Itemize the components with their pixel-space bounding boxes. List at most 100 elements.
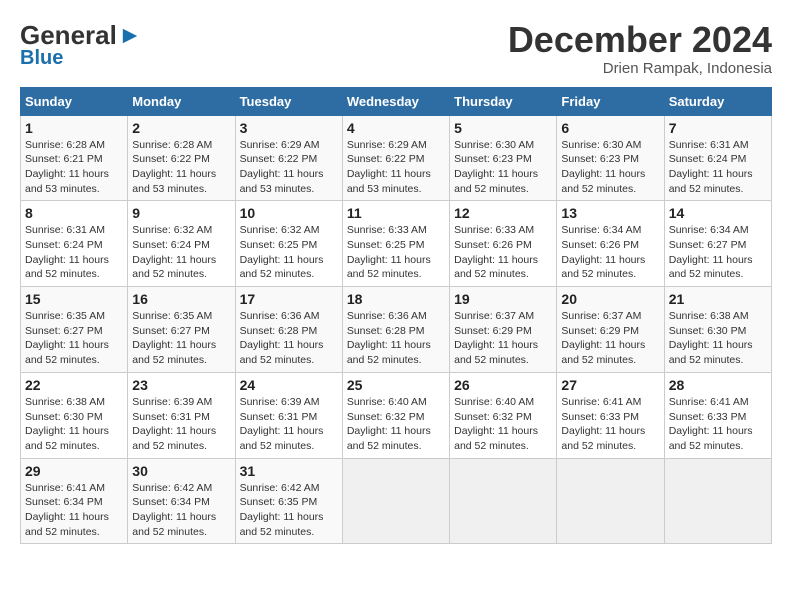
day-info: Sunrise: 6:36 AM Sunset: 6:28 PM Dayligh… — [240, 309, 338, 368]
calendar-cell: 26 Sunrise: 6:40 AM Sunset: 6:32 PM Dayl… — [450, 372, 557, 458]
day-info: Sunrise: 6:31 AM Sunset: 6:24 PM Dayligh… — [669, 138, 767, 197]
week-row-1: 1 Sunrise: 6:28 AM Sunset: 6:21 PM Dayli… — [21, 115, 772, 201]
calendar-cell — [450, 458, 557, 544]
calendar-cell: 24 Sunrise: 6:39 AM Sunset: 6:31 PM Dayl… — [235, 372, 342, 458]
day-number: 26 — [454, 377, 552, 393]
calendar-cell: 11 Sunrise: 6:33 AM Sunset: 6:25 PM Dayl… — [342, 201, 449, 287]
day-number: 21 — [669, 291, 767, 307]
header-cell-saturday: Saturday — [664, 87, 771, 115]
calendar-cell: 19 Sunrise: 6:37 AM Sunset: 6:29 PM Dayl… — [450, 287, 557, 373]
day-number: 20 — [561, 291, 659, 307]
header-cell-thursday: Thursday — [450, 87, 557, 115]
calendar-cell: 25 Sunrise: 6:40 AM Sunset: 6:32 PM Dayl… — [342, 372, 449, 458]
day-number: 18 — [347, 291, 445, 307]
calendar-cell: 20 Sunrise: 6:37 AM Sunset: 6:29 PM Dayl… — [557, 287, 664, 373]
day-info: Sunrise: 6:42 AM Sunset: 6:34 PM Dayligh… — [132, 481, 230, 540]
day-info: Sunrise: 6:37 AM Sunset: 6:29 PM Dayligh… — [561, 309, 659, 368]
day-info: Sunrise: 6:34 AM Sunset: 6:26 PM Dayligh… — [561, 223, 659, 282]
calendar-cell: 9 Sunrise: 6:32 AM Sunset: 6:24 PM Dayli… — [128, 201, 235, 287]
day-number: 28 — [669, 377, 767, 393]
day-number: 4 — [347, 120, 445, 136]
logo-flag-icon — [121, 27, 139, 45]
calendar-cell: 15 Sunrise: 6:35 AM Sunset: 6:27 PM Dayl… — [21, 287, 128, 373]
day-info: Sunrise: 6:38 AM Sunset: 6:30 PM Dayligh… — [25, 395, 123, 454]
day-info: Sunrise: 6:28 AM Sunset: 6:22 PM Dayligh… — [132, 138, 230, 197]
calendar-cell: 12 Sunrise: 6:33 AM Sunset: 6:26 PM Dayl… — [450, 201, 557, 287]
day-info: Sunrise: 6:32 AM Sunset: 6:24 PM Dayligh… — [132, 223, 230, 282]
day-number: 1 — [25, 120, 123, 136]
day-number: 3 — [240, 120, 338, 136]
calendar-cell: 8 Sunrise: 6:31 AM Sunset: 6:24 PM Dayli… — [21, 201, 128, 287]
day-number: 6 — [561, 120, 659, 136]
logo-blue: Blue — [20, 47, 63, 70]
calendar-cell: 5 Sunrise: 6:30 AM Sunset: 6:23 PM Dayli… — [450, 115, 557, 201]
calendar-cell: 14 Sunrise: 6:34 AM Sunset: 6:27 PM Dayl… — [664, 201, 771, 287]
day-info: Sunrise: 6:31 AM Sunset: 6:24 PM Dayligh… — [25, 223, 123, 282]
day-info: Sunrise: 6:39 AM Sunset: 6:31 PM Dayligh… — [132, 395, 230, 454]
day-number: 14 — [669, 205, 767, 221]
day-info: Sunrise: 6:34 AM Sunset: 6:27 PM Dayligh… — [669, 223, 767, 282]
calendar-cell — [342, 458, 449, 544]
logo: General Blue — [20, 20, 139, 70]
header-cell-wednesday: Wednesday — [342, 87, 449, 115]
calendar-cell: 31 Sunrise: 6:42 AM Sunset: 6:35 PM Dayl… — [235, 458, 342, 544]
calendar-cell: 7 Sunrise: 6:31 AM Sunset: 6:24 PM Dayli… — [664, 115, 771, 201]
day-info: Sunrise: 6:30 AM Sunset: 6:23 PM Dayligh… — [454, 138, 552, 197]
day-number: 10 — [240, 205, 338, 221]
day-number: 13 — [561, 205, 659, 221]
day-number: 19 — [454, 291, 552, 307]
day-info: Sunrise: 6:28 AM Sunset: 6:21 PM Dayligh… — [25, 138, 123, 197]
calendar-cell: 23 Sunrise: 6:39 AM Sunset: 6:31 PM Dayl… — [128, 372, 235, 458]
day-number: 31 — [240, 463, 338, 479]
day-number: 27 — [561, 377, 659, 393]
day-info: Sunrise: 6:35 AM Sunset: 6:27 PM Dayligh… — [132, 309, 230, 368]
day-info: Sunrise: 6:33 AM Sunset: 6:25 PM Dayligh… — [347, 223, 445, 282]
day-number: 29 — [25, 463, 123, 479]
day-number: 12 — [454, 205, 552, 221]
calendar-cell — [557, 458, 664, 544]
day-number: 8 — [25, 205, 123, 221]
header-cell-friday: Friday — [557, 87, 664, 115]
day-info: Sunrise: 6:38 AM Sunset: 6:30 PM Dayligh… — [669, 309, 767, 368]
month-title: December 2024 — [508, 20, 772, 60]
day-number: 30 — [132, 463, 230, 479]
header-cell-sunday: Sunday — [21, 87, 128, 115]
header-cell-monday: Monday — [128, 87, 235, 115]
calendar-cell: 10 Sunrise: 6:32 AM Sunset: 6:25 PM Dayl… — [235, 201, 342, 287]
header-cell-tuesday: Tuesday — [235, 87, 342, 115]
calendar-header-row: SundayMondayTuesdayWednesdayThursdayFrid… — [21, 87, 772, 115]
day-info: Sunrise: 6:40 AM Sunset: 6:32 PM Dayligh… — [454, 395, 552, 454]
day-info: Sunrise: 6:41 AM Sunset: 6:34 PM Dayligh… — [25, 481, 123, 540]
calendar-cell — [664, 458, 771, 544]
week-row-5: 29 Sunrise: 6:41 AM Sunset: 6:34 PM Dayl… — [21, 458, 772, 544]
calendar-cell: 27 Sunrise: 6:41 AM Sunset: 6:33 PM Dayl… — [557, 372, 664, 458]
calendar-cell: 2 Sunrise: 6:28 AM Sunset: 6:22 PM Dayli… — [128, 115, 235, 201]
calendar-cell: 30 Sunrise: 6:42 AM Sunset: 6:34 PM Dayl… — [128, 458, 235, 544]
calendar-cell: 17 Sunrise: 6:36 AM Sunset: 6:28 PM Dayl… — [235, 287, 342, 373]
day-info: Sunrise: 6:29 AM Sunset: 6:22 PM Dayligh… — [240, 138, 338, 197]
calendar-cell: 6 Sunrise: 6:30 AM Sunset: 6:23 PM Dayli… — [557, 115, 664, 201]
day-number: 16 — [132, 291, 230, 307]
day-number: 23 — [132, 377, 230, 393]
day-info: Sunrise: 6:41 AM Sunset: 6:33 PM Dayligh… — [669, 395, 767, 454]
page-header: General Blue December 2024 Drien Rampak,… — [20, 20, 772, 77]
calendar-table: SundayMondayTuesdayWednesdayThursdayFrid… — [20, 87, 772, 545]
day-number: 9 — [132, 205, 230, 221]
day-info: Sunrise: 6:29 AM Sunset: 6:22 PM Dayligh… — [347, 138, 445, 197]
day-info: Sunrise: 6:39 AM Sunset: 6:31 PM Dayligh… — [240, 395, 338, 454]
day-number: 7 — [669, 120, 767, 136]
day-info: Sunrise: 6:32 AM Sunset: 6:25 PM Dayligh… — [240, 223, 338, 282]
title-block: December 2024 Drien Rampak, Indonesia — [508, 20, 772, 77]
calendar-cell: 18 Sunrise: 6:36 AM Sunset: 6:28 PM Dayl… — [342, 287, 449, 373]
calendar-cell: 16 Sunrise: 6:35 AM Sunset: 6:27 PM Dayl… — [128, 287, 235, 373]
calendar-cell: 21 Sunrise: 6:38 AM Sunset: 6:30 PM Dayl… — [664, 287, 771, 373]
week-row-4: 22 Sunrise: 6:38 AM Sunset: 6:30 PM Dayl… — [21, 372, 772, 458]
week-row-2: 8 Sunrise: 6:31 AM Sunset: 6:24 PM Dayli… — [21, 201, 772, 287]
day-number: 24 — [240, 377, 338, 393]
day-info: Sunrise: 6:41 AM Sunset: 6:33 PM Dayligh… — [561, 395, 659, 454]
day-info: Sunrise: 6:36 AM Sunset: 6:28 PM Dayligh… — [347, 309, 445, 368]
calendar-cell: 22 Sunrise: 6:38 AM Sunset: 6:30 PM Dayl… — [21, 372, 128, 458]
day-number: 5 — [454, 120, 552, 136]
week-row-3: 15 Sunrise: 6:35 AM Sunset: 6:27 PM Dayl… — [21, 287, 772, 373]
calendar-cell: 13 Sunrise: 6:34 AM Sunset: 6:26 PM Dayl… — [557, 201, 664, 287]
